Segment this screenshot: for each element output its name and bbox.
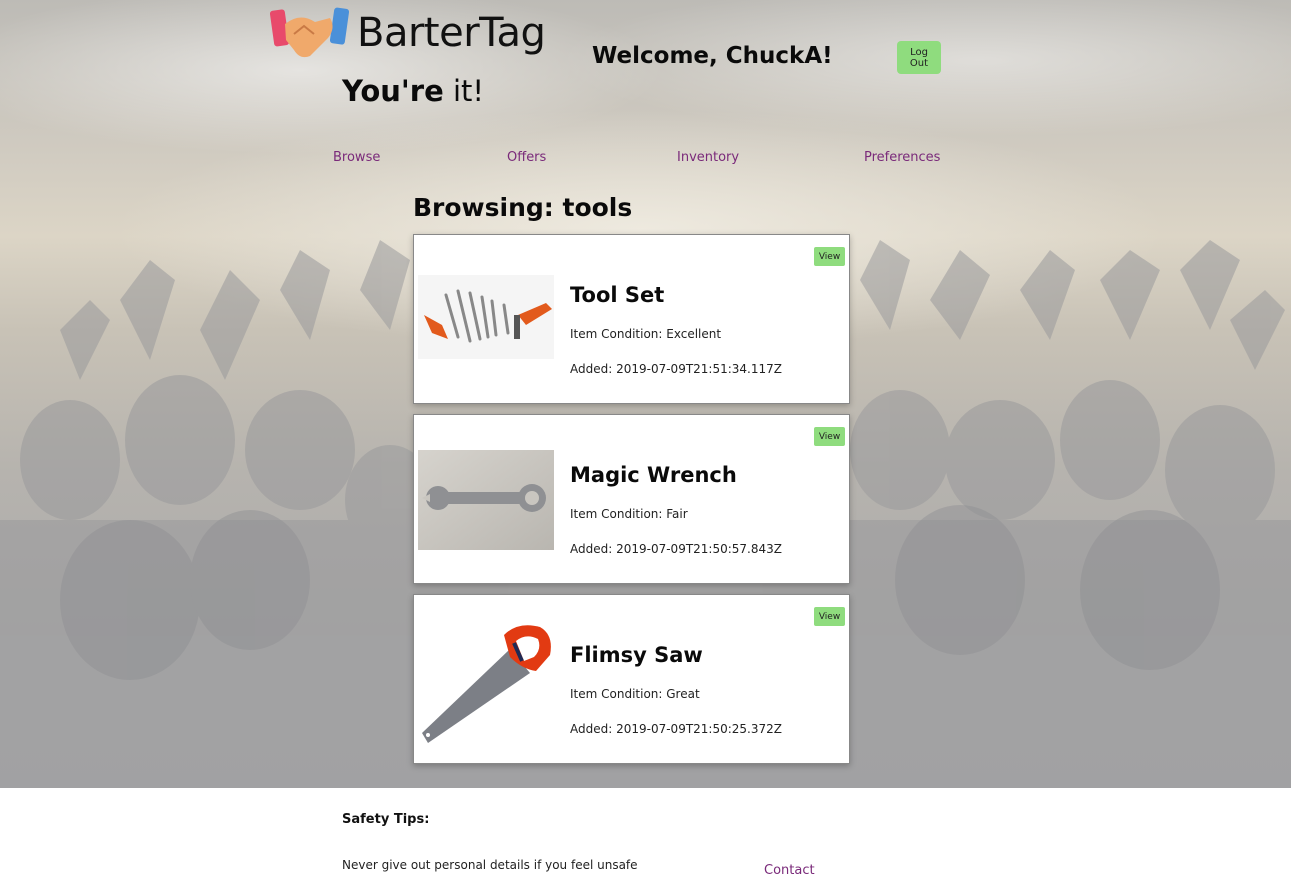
safety-tips-title: Safety Tips: [342,812,430,827]
footer: Safety Tips: Never give out personal det… [0,788,1291,895]
logo[interactable]: BarterTag [270,4,546,64]
item-title: Magic Wrench [570,463,737,487]
view-button[interactable]: View [814,607,845,626]
handshake-logo-icon [270,7,350,58]
item-added-date: Added: 2019-07-09T21:51:34.117Z [570,362,782,376]
item-title: Flimsy Saw [570,643,703,667]
safety-tip: Never give out personal details if you f… [342,858,638,872]
wrench-image [418,450,554,550]
item-image[interactable] [418,621,554,745]
item-card: Magic Wrench Item Condition: Fair Added:… [413,414,850,584]
item-card: Flimsy Saw Item Condition: Great Added: … [413,594,850,764]
tagline-bold: You're [342,74,444,108]
item-condition: Item Condition: Fair [570,507,688,521]
logo-text: BarterTag [357,10,546,56]
item-title: Tool Set [570,283,665,307]
logout-button[interactable]: Log Out [897,41,941,74]
item-added-date: Added: 2019-07-09T21:50:25.372Z [570,722,782,736]
nav-offers[interactable]: Offers [507,150,546,165]
item-card: Tool Set Item Condition: Excellent Added… [413,234,850,404]
item-condition: Item Condition: Great [570,687,700,701]
tagline: You're it! [342,74,484,108]
main-nav: Browse Offers Inventory Preferences [0,150,1291,170]
saw-image [418,621,554,745]
item-added-date: Added: 2019-07-09T21:50:57.843Z [570,542,782,556]
tagline-light: it! [443,74,485,108]
nav-inventory[interactable]: Inventory [677,150,739,165]
view-button[interactable]: View [814,247,845,266]
item-image[interactable] [418,450,554,550]
tool-set-image [418,275,554,359]
welcome-message: Welcome, ChuckA! [592,43,833,69]
item-condition: Item Condition: Excellent [570,327,722,341]
view-button[interactable]: View [814,427,845,446]
page-title: Browsing: tools [413,193,633,222]
item-image[interactable] [418,275,554,375]
contact-link[interactable]: Contact [764,863,815,878]
nav-preferences[interactable]: Preferences [864,150,940,165]
nav-browse[interactable]: Browse [333,150,380,165]
